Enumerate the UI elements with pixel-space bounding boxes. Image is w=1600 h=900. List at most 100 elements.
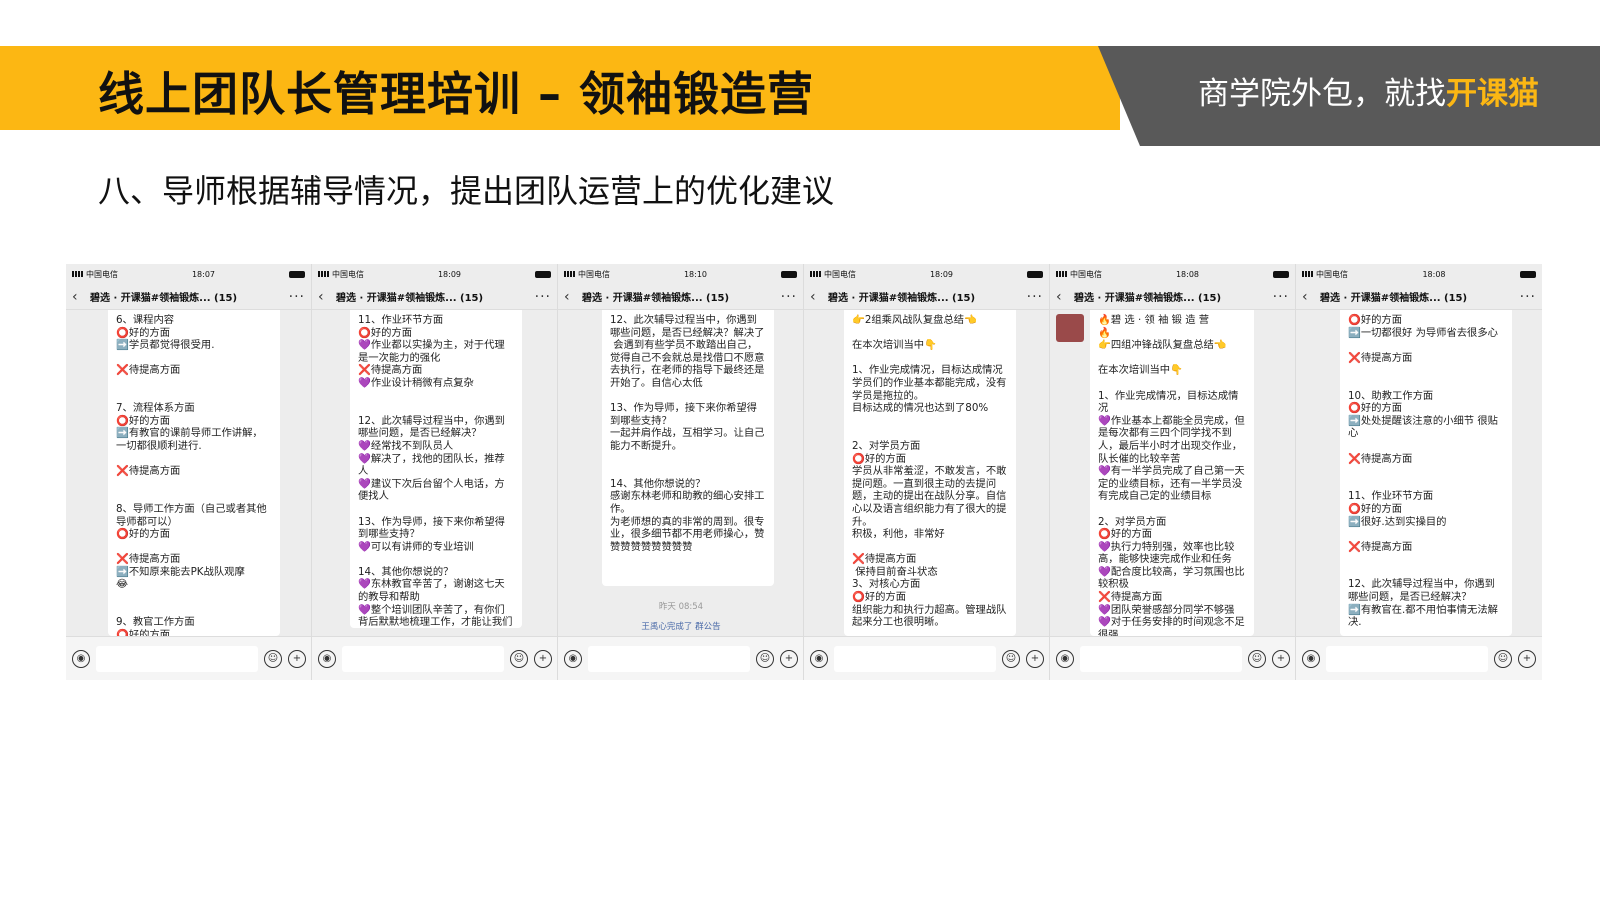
emoji-icon[interactable]: ☺ [510, 649, 528, 668]
signal-icon: 中国电信 [72, 269, 118, 280]
brand-highlight: 开课猫 [1446, 76, 1539, 112]
voice-icon[interactable]: ◉ [72, 649, 90, 668]
carrier-label: 中国电信 [86, 269, 118, 279]
chat-header: ‹ 碧选 · 开课猫#领袖锻炼... (15) ··· [1296, 284, 1542, 310]
notice-link[interactable]: 王禹心完成了 群公告 [641, 622, 720, 632]
battery-icon [289, 270, 305, 278]
voice-icon[interactable]: ◉ [318, 649, 336, 668]
chat-title: 碧选 · 开课猫#领袖锻炼... (15) [336, 293, 484, 304]
message-bubble: 👉2组乘风战队复盘总结👈 在本次培训当中👇 1、作业完成情况，目标达成情况 学员… [844, 310, 1016, 636]
plus-icon[interactable]: + [1272, 649, 1290, 668]
signal-icon: 中国电信 [810, 269, 856, 280]
clock: 18:09 [929, 269, 954, 279]
chat-title: 碧选 · 开课猫#领袖锻炼... (15) [90, 293, 238, 304]
chat-input-bar: ◉ ☺ + [804, 636, 1049, 680]
brand-prefix: 商学院外包，就找 [1198, 76, 1446, 112]
voice-icon[interactable]: ◉ [1056, 649, 1074, 668]
emoji-icon[interactable]: ☺ [1494, 649, 1512, 668]
chat-header: ‹ 碧选 · 开课猫#领袖锻炼... (15) ··· [804, 284, 1049, 310]
carrier-label: 中国电信 [824, 269, 856, 279]
status-bar: 中国电信 18:10 [558, 264, 803, 284]
phone-screenshot: 中国电信 18:09 ‹ 碧选 · 开课猫#领袖锻炼... (15) ··· 👉… [804, 264, 1050, 680]
message-timestamp: 昨天 08:54 [658, 602, 704, 612]
emoji-icon[interactable]: ☺ [756, 649, 774, 668]
battery-icon [1520, 270, 1536, 278]
avatar[interactable] [1056, 314, 1084, 342]
more-icon[interactable]: ··· [1516, 289, 1536, 305]
signal-icon: 中国电信 [318, 269, 364, 280]
chat-title: 碧选 · 开课猫#领袖锻炼... (15) [1074, 293, 1222, 304]
emoji-icon[interactable]: ☺ [264, 649, 282, 668]
message-input[interactable] [342, 645, 504, 672]
chat-input-bar: ◉ ☺ + [1296, 636, 1542, 680]
emoji-icon[interactable]: ☺ [1248, 649, 1266, 668]
message-input[interactable] [834, 645, 996, 672]
battery-icon [1273, 270, 1289, 278]
clock: 18:07 [191, 269, 216, 279]
message-bubble: ⭕好的方面 ➡️一切都很好 为导师省去很多心 ❌待提高方面 10、助教工作方面 … [1340, 310, 1512, 636]
chat-header: ‹ 碧选 · 开课猫#领袖锻炼... (15) ··· [312, 284, 557, 310]
status-bar: 中国电信 18:07 [66, 264, 311, 284]
phone-screenshot: 中国电信 18:09 ‹ 碧选 · 开课猫#领袖锻炼... (15) ··· 1… [312, 264, 558, 680]
carrier-label: 中国电信 [332, 269, 364, 279]
message-input[interactable] [1080, 645, 1242, 672]
voice-icon[interactable]: ◉ [810, 649, 828, 668]
screenshot-strip: 中国电信 18:07 ‹ 碧选 · 开课猫#领袖锻炼... (15) ··· 6… [66, 264, 1544, 680]
back-icon[interactable]: ‹ [318, 289, 336, 305]
phone-screenshot: 中国电信 18:07 ‹ 碧选 · 开课猫#领袖锻炼... (15) ··· 6… [66, 264, 312, 680]
back-icon[interactable]: ‹ [1302, 289, 1320, 305]
chat-area[interactable]: 12、此次辅导过程当中，你遇到哪些问题，是否已经解决？解决了 会遇到有些学员不敢… [558, 310, 803, 636]
chat-input-bar: ◉ ☺ + [1050, 636, 1295, 680]
chat-header: ‹ 碧选 · 开课猫#领袖锻炼... (15) ··· [558, 284, 803, 310]
more-icon[interactable]: ··· [1023, 289, 1043, 305]
plus-icon[interactable]: + [780, 649, 798, 668]
chat-area[interactable]: 11、作业环节方面 ⭕好的方面 💜作业都以实操为主，对于代理是一次能力的强化 ❌… [312, 310, 557, 636]
signal-icon: 中国电信 [1056, 269, 1102, 280]
message-input[interactable] [1326, 645, 1488, 672]
status-bar: 中国电信 18:09 [804, 264, 1049, 284]
more-icon[interactable]: ··· [1269, 289, 1289, 305]
clock: 18:09 [437, 269, 462, 279]
plus-icon[interactable]: + [1518, 649, 1536, 668]
system-notice: 王禹心完成了 群公告 [558, 620, 803, 632]
chat-area[interactable]: ⭕好的方面 ➡️一切都很好 为导师省去很多心 ❌待提高方面 10、助教工作方面 … [1296, 310, 1542, 636]
chat-area[interactable]: 👉2组乘风战队复盘总结👈 在本次培训当中👇 1、作业完成情况，目标达成情况 学员… [804, 310, 1049, 636]
message-bubble: 🔥碧 选 · 领 袖 锻 造 营 🔥 👉四组冲锋战队复盘总结👈 在本次培训当中👇… [1090, 310, 1254, 636]
plus-icon[interactable]: + [288, 649, 306, 668]
back-icon[interactable]: ‹ [810, 289, 828, 305]
phone-screenshot: 中国电信 18:08 ‹ 碧选 · 开课猫#领袖锻炼... (15) ··· ⭕… [1296, 264, 1542, 680]
carrier-label: 中国电信 [1316, 269, 1348, 279]
back-icon[interactable]: ‹ [1056, 289, 1074, 305]
more-icon[interactable]: ··· [285, 289, 305, 305]
signal-icon: 中国电信 [564, 269, 610, 280]
status-bar: 中国电信 18:08 [1050, 264, 1295, 284]
carrier-label: 中国电信 [578, 269, 610, 279]
section-title: 八、导师根据辅导情况，提出团队运营上的优化建议 [98, 172, 835, 210]
back-icon[interactable]: ‹ [72, 289, 90, 305]
chat-area[interactable]: 6、课程内容 ⭕好的方面 ➡️学员都觉得很受用. ❌待提高方面 7、流程体系方面… [66, 310, 311, 636]
message-input[interactable] [96, 645, 258, 672]
message-bubble: 6、课程内容 ⭕好的方面 ➡️学员都觉得很受用. ❌待提高方面 7、流程体系方面… [108, 310, 280, 636]
more-icon[interactable]: ··· [777, 289, 797, 305]
chat-title: 碧选 · 开课猫#领袖锻炼... (15) [1320, 293, 1468, 304]
message-input[interactable] [588, 645, 750, 672]
phone-screenshot: 中国电信 18:08 ‹ 碧选 · 开课猫#领袖锻炼... (15) ··· 🔥… [1050, 264, 1296, 680]
chat-input-bar: ◉ ☺ + [66, 636, 311, 680]
back-icon[interactable]: ‹ [564, 289, 582, 305]
chat-input-bar: ◉ ☺ + [558, 636, 803, 680]
emoji-icon[interactable]: ☺ [1002, 649, 1020, 668]
battery-icon [781, 270, 797, 278]
voice-icon[interactable]: ◉ [564, 649, 582, 668]
carrier-label: 中国电信 [1070, 269, 1102, 279]
chat-area[interactable]: 🔥碧 选 · 领 袖 锻 造 营 🔥 👉四组冲锋战队复盘总结👈 在本次培训当中👇… [1050, 310, 1295, 636]
page-title: 线上团队长管理培训 – 领袖锻造营 [98, 67, 815, 121]
more-icon[interactable]: ··· [531, 289, 551, 305]
voice-icon[interactable]: ◉ [1302, 649, 1320, 668]
clock: 18:08 [1422, 269, 1446, 279]
plus-icon[interactable]: + [534, 649, 552, 668]
battery-icon [535, 270, 551, 278]
phone-screenshot: 中国电信 18:10 ‹ 碧选 · 开课猫#领袖锻炼... (15) ··· 1… [558, 264, 804, 680]
plus-icon[interactable]: + [1026, 649, 1044, 668]
chat-input-bar: ◉ ☺ + [312, 636, 557, 680]
chat-title: 碧选 · 开课猫#领袖锻炼... (15) [582, 293, 730, 304]
